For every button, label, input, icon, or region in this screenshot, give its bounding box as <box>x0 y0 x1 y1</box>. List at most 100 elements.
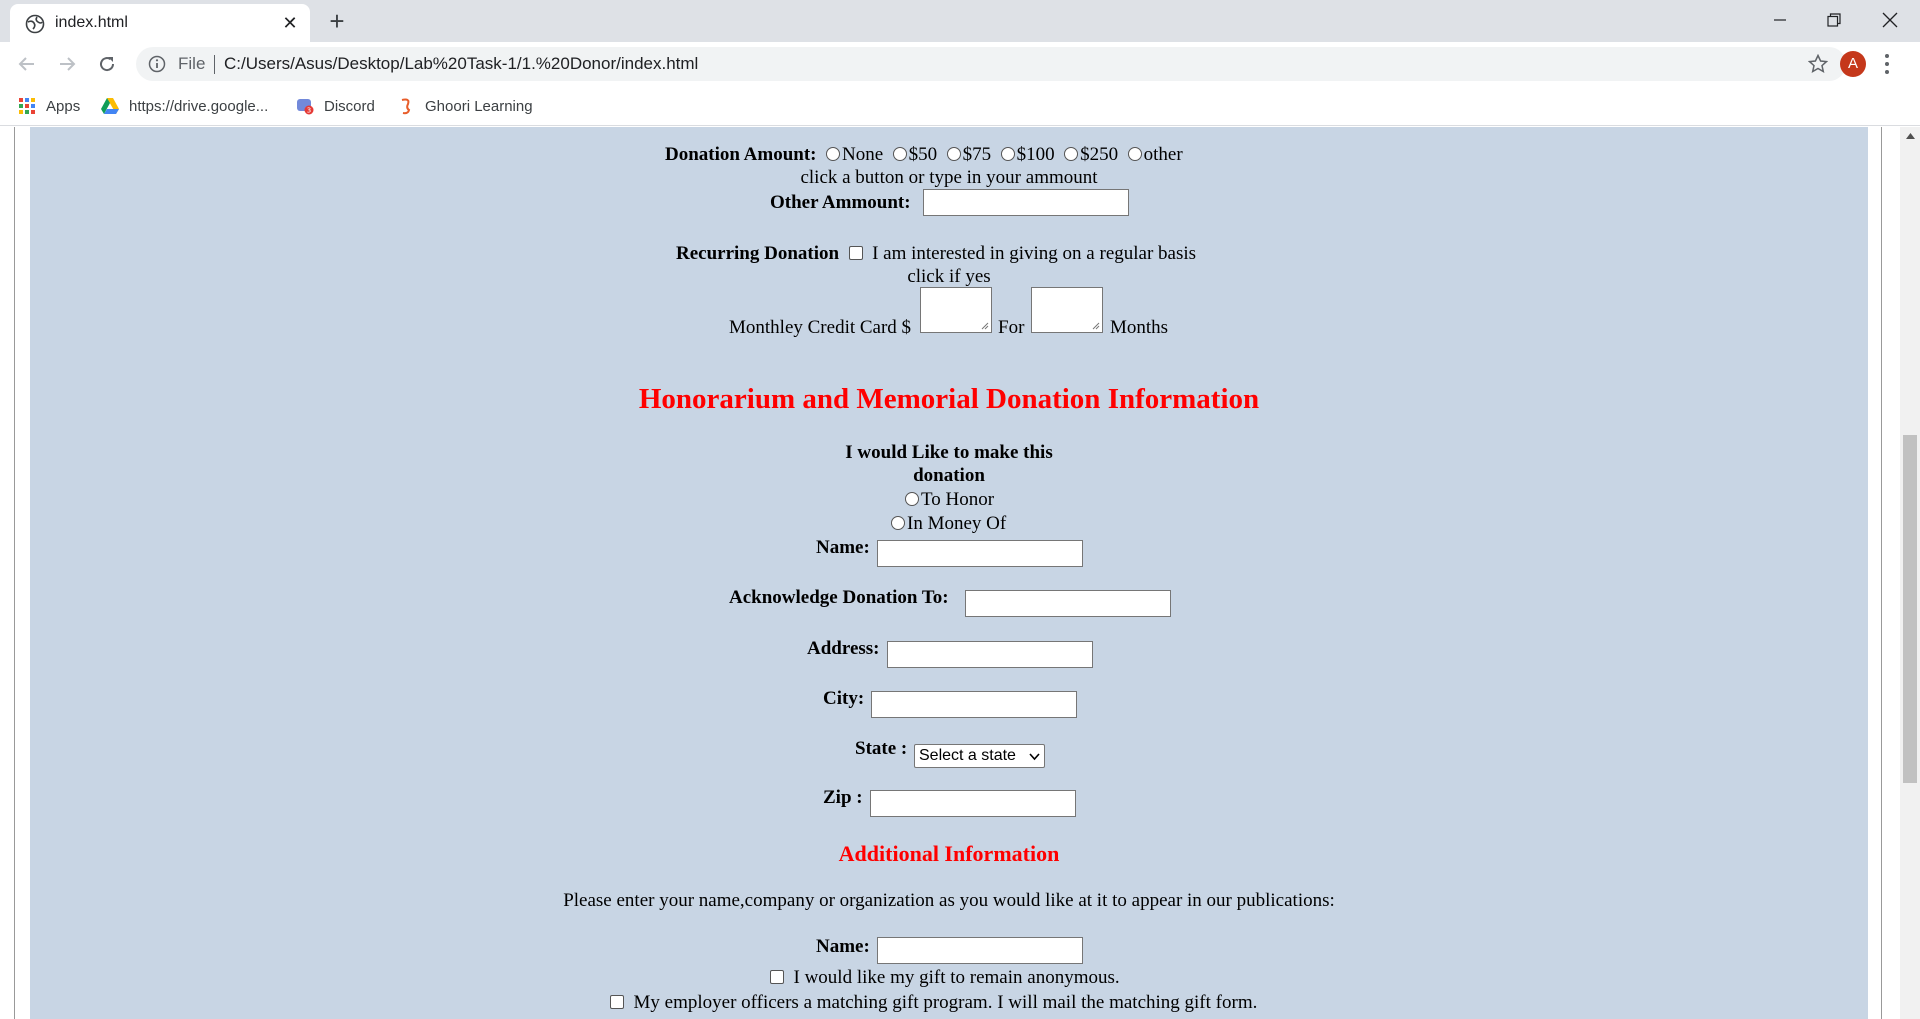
restore-icon[interactable] <box>1806 0 1862 40</box>
svg-text:3: 3 <box>307 107 311 115</box>
anonymous-text: I would like my gift to remain anonymous… <box>793 967 1120 988</box>
state-label: State : <box>855 738 908 759</box>
apps-grid-icon <box>19 98 35 114</box>
bookmark-label: Apps <box>46 97 81 115</box>
url-text[interactable]: C:/Users/Asus/Desktop/Lab%20Task-1/1.%20… <box>224 54 698 74</box>
amount-option-label: None <box>842 144 884 165</box>
vertical-scrollbar[interactable] <box>1900 127 1920 1019</box>
honorarium-heading: Honorarium and Memorial Donation Informa… <box>638 383 1260 415</box>
reload-icon[interactable] <box>92 49 122 79</box>
honor-option-label: To Honor <box>921 489 995 510</box>
amount-radio-75[interactable] <box>946 147 961 161</box>
minimize-icon[interactable] <box>1752 0 1808 40</box>
donation-amount-row: Donation Amount: None $50 $75 $100 $250 … <box>665 144 1183 166</box>
ghoori-learning-icon <box>401 98 411 115</box>
recurring-label: Recurring Donation <box>676 243 840 264</box>
honor-option: To Honor <box>905 489 994 511</box>
scroll-up-arrow-icon[interactable] <box>1900 127 1920 144</box>
bookmark-label: Ghoori Learning <box>425 97 533 115</box>
address-bar[interactable]: File C:/Users/Asus/Desktop/Lab%20Task-1/… <box>136 47 1846 81</box>
amount-option-label: $75 <box>962 144 992 165</box>
recurring-checkbox[interactable] <box>848 246 863 260</box>
bookmark-ghoori-learning[interactable]: Ghoori Learning <box>397 95 533 117</box>
recurring-text: I am interested in giving on a regular b… <box>872 243 1197 264</box>
city-label: City: <box>823 688 865 709</box>
recurring-row: Recurring Donation I am interested in gi… <box>676 243 1196 265</box>
publication-name-label: Name: <box>816 936 870 957</box>
memory-option: In Money Of <box>891 513 1006 535</box>
state-selected-value: Select a state <box>919 747 1016 764</box>
address-label: Address: <box>807 638 880 659</box>
honoree-name-label: Name: <box>816 537 870 558</box>
amount-radio-none[interactable] <box>826 147 840 161</box>
address-input[interactable] <box>887 641 1093 668</box>
amount-radio-250[interactable] <box>1064 147 1079 161</box>
additional-instructions: Please enter your name,company or organi… <box>563 890 1335 911</box>
acknowledge-label: Acknowledge Donation To: <box>729 587 949 608</box>
for-label: For <box>998 317 1025 338</box>
bookmarks-bar: Apps https://drive.google... 3 Discord G… <box>0 86 1920 126</box>
resize-grip-icon[interactable] <box>981 322 989 330</box>
memory-radio[interactable] <box>891 516 905 530</box>
amount-radio-100[interactable] <box>1000 147 1015 161</box>
honor-radio[interactable] <box>905 492 919 506</box>
honoree-name-input[interactable] <box>877 540 1083 567</box>
matching-gift-row: My employer officers a matching gift pro… <box>610 992 1257 1014</box>
forward-arrow-icon[interactable] <box>52 49 82 79</box>
anonymous-row: I would like my gift to remain anonymous… <box>770 967 1120 989</box>
amount-option-label: other <box>1143 144 1183 165</box>
info-icon[interactable] <box>148 55 166 73</box>
amount-radio-other[interactable] <box>1127 147 1142 161</box>
months-label: Months <box>1110 317 1169 338</box>
globe-icon <box>25 14 45 34</box>
amount-option-label: $250 <box>1080 144 1119 165</box>
google-drive-icon <box>101 98 119 114</box>
new-tab-button[interactable]: + <box>324 8 350 35</box>
memory-option-label: In Money Of <box>907 513 1007 534</box>
zip-label: Zip : <box>823 787 863 808</box>
address-scheme-label: File <box>178 54 206 73</box>
bookmark-star-icon[interactable] <box>1808 54 1828 74</box>
tab-title: index.html <box>55 14 128 31</box>
amount-hint: click a button or type in your ammount <box>800 167 1098 188</box>
bookmark-label: Discord <box>324 97 375 115</box>
publication-name-input[interactable] <box>877 937 1083 964</box>
amount-option-label: $100 <box>1016 144 1055 165</box>
window-close-icon[interactable] <box>1862 0 1918 40</box>
page-frame: Donation Amount: None $50 $75 $100 $250 … <box>14 127 1882 1019</box>
zip-input[interactable] <box>870 790 1076 817</box>
other-amount-label: Other Ammount: <box>770 192 911 213</box>
make-donation-line2: donation <box>913 465 985 486</box>
page-viewport: Donation Amount: None $50 $75 $100 $250 … <box>0 127 1900 1019</box>
city-input[interactable] <box>871 691 1077 718</box>
address-separator <box>214 55 215 74</box>
matching-gift-checkbox[interactable] <box>610 995 624 1009</box>
chevron-down-icon <box>1029 752 1040 760</box>
months-count-textarea[interactable] <box>1031 287 1103 333</box>
browser-toolbar: File C:/Users/Asus/Desktop/Lab%20Task-1/… <box>0 42 1920 86</box>
bookmark-discord[interactable]: 3 Discord <box>296 95 375 117</box>
profile-avatar[interactable]: A <box>1840 51 1866 77</box>
donation-form: Donation Amount: None $50 $75 $100 $250 … <box>30 127 1868 1019</box>
resize-grip-icon[interactable] <box>1092 322 1100 330</box>
more-menu-icon[interactable] <box>1884 53 1890 75</box>
recurring-hint: click if yes <box>907 266 991 287</box>
back-arrow-icon[interactable] <box>12 49 42 79</box>
scrollbar-thumb[interactable] <box>1903 435 1917 783</box>
anonymous-checkbox[interactable] <box>770 970 784 984</box>
bookmark-apps[interactable]: Apps <box>18 95 80 117</box>
tab-close-icon[interactable]: ✕ <box>280 13 300 33</box>
monthly-amount-textarea[interactable] <box>920 287 992 333</box>
discord-icon: 3 <box>297 99 314 115</box>
browser-tab[interactable]: index.html ✕ <box>10 4 310 42</box>
state-select[interactable]: Select a state <box>914 744 1045 768</box>
donation-amount-label: Donation Amount: <box>665 144 817 165</box>
amount-option-label: $50 <box>908 144 938 165</box>
bookmark-google-drive[interactable]: https://drive.google... <box>101 95 268 117</box>
other-amount-input[interactable] <box>923 189 1129 216</box>
additional-heading: Additional Information <box>838 841 1060 866</box>
amount-radio-50[interactable] <box>892 147 907 161</box>
make-donation-line1: I would Like to make this <box>845 442 1053 463</box>
acknowledge-input[interactable] <box>965 590 1171 617</box>
matching-gift-text: My employer officers a matching gift pro… <box>633 992 1258 1013</box>
